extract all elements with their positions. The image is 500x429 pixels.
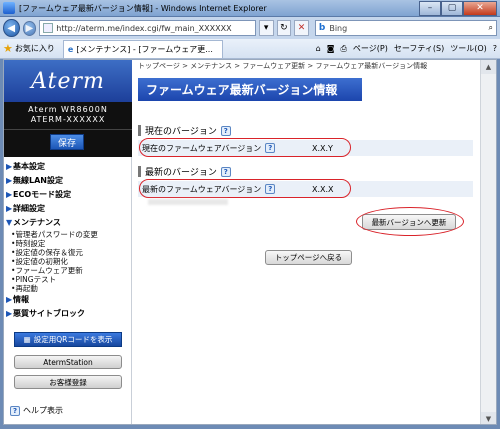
help-icon[interactable]: ?: [493, 44, 497, 53]
search-icon[interactable]: ⌕: [488, 23, 492, 33]
scrollbar[interactable]: ▲ ▼: [480, 60, 496, 424]
feeds-icon[interactable]: ◙: [327, 44, 335, 53]
menu-sub-reset[interactable]: •設定値の初期化: [6, 257, 132, 266]
menu-sub-reboot[interactable]: •再起動: [6, 284, 132, 293]
highlight-oval: [356, 207, 464, 236]
aterm-logo: Aterm: [4, 60, 132, 102]
stop-icon[interactable]: ✕: [294, 20, 309, 36]
qr-code-button[interactable]: ▦ 設定用QRコードを表示: [14, 332, 122, 347]
highlight-oval: [139, 138, 351, 157]
scroll-up-icon[interactable]: ▲: [481, 60, 496, 74]
device-info: Aterm WR8600N ATERM-XXXXXX: [4, 102, 132, 129]
menu-sub-ping[interactable]: •PINGテスト: [6, 275, 132, 284]
browser-tab[interactable]: e [メンテナンス] - [ファームウェア更...: [62, 40, 223, 58]
window-title: [ファームウェア最新バージョン情報] - Windows Internet Ex…: [19, 3, 267, 13]
page-viewport: Aterm Aterm WR8600N ATERM-XXXXXX 保存 ▶ 基本設…: [3, 59, 497, 425]
help-icon[interactable]: ?: [220, 125, 231, 136]
menu-malicious-site-block[interactable]: ▶ 悪質サイトブロック: [6, 307, 132, 321]
page-icon: [43, 23, 54, 33]
menu-sub-time[interactable]: •時刻設定: [6, 239, 132, 248]
arrow-icon: ▶: [6, 309, 13, 318]
command-bar: ★ お気に入り e [メンテナンス] - [ファームウェア更... ⌂ ◙ ⎙ …: [0, 39, 500, 59]
tools-menu[interactable]: ツール(O): [450, 43, 487, 54]
print-icon[interactable]: ⎙: [341, 44, 347, 54]
menu-eco-mode[interactable]: ▶ ECOモード設定: [6, 188, 132, 202]
menu-maintenance[interactable]: ▼ メンテナンス: [6, 216, 132, 230]
arrow-icon: ▶: [6, 162, 13, 171]
qr-code-icon: ▦: [23, 335, 31, 344]
arrow-down-icon: ▼: [6, 218, 13, 227]
back-button[interactable]: ◀: [3, 19, 20, 37]
device-id: ATERM-XXXXXX: [30, 115, 106, 124]
arrow-icon: ▶: [6, 190, 13, 199]
arrow-icon: ▶: [6, 295, 13, 304]
ie-icon: [3, 2, 15, 14]
menu-sub-admin-password[interactable]: •管理者パスワードの変更: [6, 230, 132, 239]
arrow-icon: ▶: [6, 204, 13, 213]
refresh-icon[interactable]: ↻: [276, 20, 292, 36]
minimize-button[interactable]: –: [419, 0, 441, 16]
url-field[interactable]: http://aterm.me/index.cgi/fw_main_XXXXXX: [39, 20, 256, 36]
highlight-oval: [139, 179, 351, 198]
maximize-button[interactable]: ▢: [441, 0, 463, 16]
safety-menu[interactable]: セーフティ(S): [394, 43, 444, 54]
menu-sub-backup-restore[interactable]: •設定値の保存＆復元: [6, 248, 132, 257]
help-icon[interactable]: ?: [220, 166, 231, 177]
favorites-button[interactable]: お気に入り: [15, 43, 55, 54]
save-area: 保存: [4, 129, 132, 157]
save-button[interactable]: 保存: [50, 134, 84, 150]
atermstation-button[interactable]: AtermStation: [14, 355, 122, 369]
main-content: トップページ > メンテナンス > ファームウェア更新 > ファームウェア最新バ…: [134, 60, 480, 424]
close-button[interactable]: ✕: [463, 0, 497, 16]
model-name: Aterm WR8600N: [28, 105, 108, 114]
bing-icon: b: [318, 23, 326, 33]
current-version-section: 現在のバージョン ?: [138, 125, 231, 137]
window-titlebar: [ファームウェア最新バージョン情報] - Windows Internet Ex…: [0, 0, 500, 17]
menu-wireless-lan[interactable]: ▶ 無線LAN設定: [6, 174, 132, 188]
address-bar: ◀ ▶ http://aterm.me/index.cgi/fw_main_XX…: [0, 17, 500, 39]
home-icon[interactable]: ⌂: [316, 44, 321, 53]
page-title: ファームウェア最新バージョン情報: [138, 78, 362, 101]
back-to-top-button[interactable]: トップページへ戻る: [265, 250, 352, 265]
favorites-star-icon: ★: [3, 42, 13, 55]
menu-advanced[interactable]: ▶ 詳細設定: [6, 202, 132, 216]
help-link[interactable]: ? ヘルプ表示: [10, 405, 63, 416]
url-text: http://aterm.me/index.cgi/fw_main_XXXXXX: [56, 23, 232, 33]
sidebar: Aterm Aterm WR8600N ATERM-XXXXXX 保存 ▶ 基本設…: [4, 60, 132, 424]
search-placeholder: Bing: [329, 23, 348, 33]
scroll-down-icon[interactable]: ▼: [481, 412, 496, 424]
customer-registration-button[interactable]: お客様登録: [14, 375, 122, 389]
menu-info[interactable]: ▶ 情報: [6, 293, 132, 307]
arrow-icon: ▶: [6, 176, 13, 185]
menu-basic-settings[interactable]: ▶ 基本設定: [6, 160, 132, 174]
blurred-text: [148, 199, 228, 205]
help-icon: ?: [10, 405, 20, 416]
dropdown-icon[interactable]: ▾: [258, 20, 274, 36]
page-menu[interactable]: ページ(P): [353, 43, 388, 54]
tab-title: [メンテナンス] - [ファームウェア更...: [76, 45, 213, 54]
menu-sub-firmware-update[interactable]: •ファームウェア更新: [6, 266, 132, 275]
search-field[interactable]: b Bing ⌕: [314, 20, 497, 36]
ie-tab-icon: e: [67, 45, 74, 54]
forward-button[interactable]: ▶: [22, 20, 37, 36]
latest-version-section: 最新のバージョン ?: [138, 166, 231, 178]
sidebar-menu: ▶ 基本設定 ▶ 無線LAN設定 ▶ ECOモード設定 ▶ 詳細設定 ▼ メンテナンス •…: [6, 160, 132, 321]
breadcrumb: トップページ > メンテナンス > ファームウェア更新 > ファームウェア最新バ…: [138, 62, 428, 70]
